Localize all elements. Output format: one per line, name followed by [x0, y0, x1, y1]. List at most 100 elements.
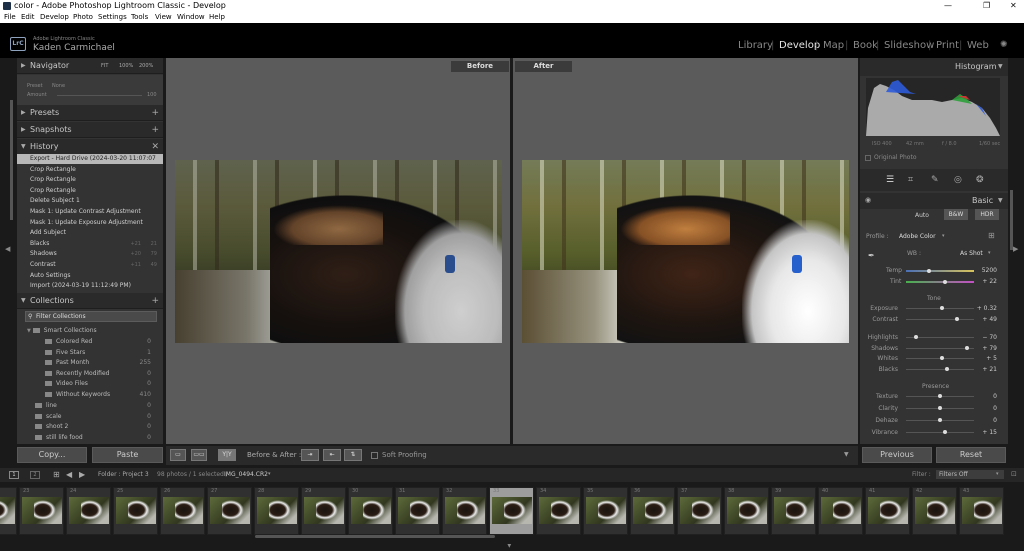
loupe-view-icon[interactable]: ▭: [170, 449, 186, 461]
soft-proofing-checkbox[interactable]: [371, 452, 378, 459]
wb-dropdown-icon[interactable]: ▾: [988, 250, 991, 256]
filmstrip-thumbnail[interactable]: 40: [818, 487, 863, 535]
menu-window[interactable]: Window: [177, 12, 205, 23]
smart-collection-item[interactable]: Video Files 0: [45, 379, 155, 389]
clear-history-icon[interactable]: ✕: [151, 139, 159, 155]
slider-thumb[interactable]: [938, 406, 942, 410]
temp-slider[interactable]: [906, 270, 974, 272]
basic-header[interactable]: ◉ Basic ▼: [860, 193, 1008, 209]
basic-collapse-icon[interactable]: ▼: [998, 197, 1003, 204]
temp-slider-thumb[interactable]: [927, 269, 931, 273]
grid-view-icon[interactable]: ⊞: [53, 470, 60, 479]
history-header[interactable]: ▼ History ✕: [17, 139, 163, 155]
left-panel-scrollbar[interactable]: [10, 100, 13, 220]
forward-arrow-icon[interactable]: ▶: [79, 470, 85, 479]
right-panel-toggle-icon[interactable]: ▶: [1013, 245, 1018, 253]
wb-value[interactable]: As Shot: [960, 250, 983, 257]
module-print[interactable]: Print: [936, 40, 959, 51]
filmstrip-thumbnail[interactable]: [0, 487, 17, 535]
collection-item[interactable]: still life food 0: [35, 433, 155, 443]
module-develop[interactable]: Develop: [779, 40, 820, 51]
filmstrip-thumbnail[interactable]: 26: [160, 487, 205, 535]
menu-photo[interactable]: Photo: [73, 12, 93, 23]
slider-value[interactable]: + 5: [975, 355, 997, 362]
menu-develop[interactable]: Develop: [40, 12, 69, 23]
after-photo[interactable]: [522, 160, 849, 343]
module-web[interactable]: Web: [967, 40, 989, 51]
filmstrip-thumbnail[interactable]: 24: [66, 487, 111, 535]
filmstrip-thumbnail[interactable]: 38: [724, 487, 769, 535]
filter-dropdown-icon[interactable]: ▾: [996, 471, 999, 477]
auto-button[interactable]: Auto: [915, 212, 929, 219]
histogram-header[interactable]: Histogram ▼: [860, 58, 1008, 76]
slider-thumb[interactable]: [939, 356, 944, 361]
menu-settings[interactable]: Settings: [98, 12, 127, 23]
filmstrip-thumbnail[interactable]: 35: [583, 487, 628, 535]
filmstrip-thumbnail[interactable]: 34: [536, 487, 581, 535]
copy-button[interactable]: Copy...: [17, 447, 87, 463]
second-window-icon[interactable]: 2: [30, 471, 40, 479]
filter-collections-field[interactable]: ⚲ Filter Collections: [25, 311, 157, 322]
profile-value[interactable]: Adobe Color: [899, 233, 936, 240]
history-item[interactable]: Crop Rectangle: [17, 165, 163, 175]
slider-value[interactable]: + 49: [975, 316, 997, 323]
slider-value[interactable]: + 21: [975, 366, 997, 373]
adjustment-slider[interactable]: [906, 432, 974, 433]
add-collection-icon[interactable]: +: [151, 293, 159, 309]
temp-value[interactable]: 5200: [975, 267, 997, 274]
file-dropdown-icon[interactable]: ▾: [268, 471, 271, 477]
history-item[interactable]: Crop Rectangle: [17, 175, 163, 185]
smart-collection-item[interactable]: Five Stars 1: [45, 348, 155, 358]
filmstrip-scrollbar[interactable]: [255, 535, 495, 538]
collection-item[interactable]: line 0: [35, 401, 155, 411]
left-panel-toggle-icon[interactable]: ◀: [5, 245, 10, 253]
collection-item[interactable]: shoot 2 0: [35, 422, 155, 432]
filmstrip-thumbnail[interactable]: 39: [771, 487, 816, 535]
eyedropper-icon[interactable]: ✒: [868, 251, 875, 260]
folder-source[interactable]: Folder : Project 3: [98, 471, 149, 478]
adjustment-slider[interactable]: [906, 347, 974, 349]
copy-before-to-after-icon[interactable]: ⇥: [301, 449, 319, 461]
slider-thumb[interactable]: [964, 345, 969, 350]
module-slideshow[interactable]: Slideshow: [884, 40, 934, 51]
tint-value[interactable]: + 22: [975, 278, 997, 285]
filmstrip-thumbnail[interactable]: 41: [865, 487, 910, 535]
collection-item[interactable]: scale 0: [35, 412, 155, 422]
main-window-icon[interactable]: 1: [9, 471, 19, 479]
filmstrip-thumbnail[interactable]: 32: [442, 487, 487, 535]
history-item[interactable]: Mask 1: Update Contrast Adjustment: [17, 207, 163, 217]
history-item[interactable]: Shadows +20 79: [17, 249, 163, 259]
slider-value[interactable]: + 79: [975, 345, 997, 352]
slider-value[interactable]: 0: [975, 417, 997, 424]
filter-lock-icon[interactable]: ⊡: [1011, 470, 1017, 478]
filmstrip-thumbnail[interactable]: 37: [677, 487, 722, 535]
adjustment-slider[interactable]: [906, 368, 974, 370]
minimize-icon[interactable]: —: [944, 0, 952, 12]
toolbar-menu-icon[interactable]: ▼: [844, 451, 849, 458]
masking-icon[interactable]: ❂: [976, 175, 984, 185]
current-file-name[interactable]: IMG_0494.CR2: [224, 471, 268, 478]
healing-brush-icon[interactable]: ✎: [931, 175, 939, 185]
red-eye-icon[interactable]: ◎: [954, 175, 962, 185]
collections-collapse-icon[interactable]: ▼: [21, 293, 26, 309]
filmstrip-thumbnail[interactable]: 28: [254, 487, 299, 535]
slider-value[interactable]: − 70: [975, 334, 997, 341]
slider-value[interactable]: + 0.32: [975, 305, 997, 312]
back-arrow-icon[interactable]: ◀: [66, 470, 72, 479]
smart-collection-item[interactable]: Past Month 255: [45, 358, 155, 368]
module-map[interactable]: Map: [823, 40, 844, 51]
smart-collection-item[interactable]: Recently Modified 0: [45, 369, 155, 379]
visibility-toggle-icon[interactable]: ◉: [865, 196, 871, 204]
menu-edit[interactable]: Edit: [21, 12, 35, 23]
presets-header[interactable]: ▶ Presets +: [17, 105, 163, 121]
profile-dropdown-icon[interactable]: ▾: [942, 233, 945, 239]
reset-button[interactable]: Reset: [936, 447, 1006, 463]
menu-view[interactable]: View: [155, 12, 172, 23]
bw-button[interactable]: B&W: [944, 209, 968, 220]
snapshots-collapse-icon[interactable]: ▶: [21, 122, 26, 138]
collections-header[interactable]: ▼ Collections +: [17, 293, 163, 309]
history-item[interactable]: Auto Settings: [17, 271, 163, 281]
menu-tools[interactable]: Tools: [131, 12, 148, 23]
smart-collections-group[interactable]: ▼ Smart Collections: [27, 326, 97, 336]
filmstrip-thumbnail[interactable]: 42: [912, 487, 957, 535]
